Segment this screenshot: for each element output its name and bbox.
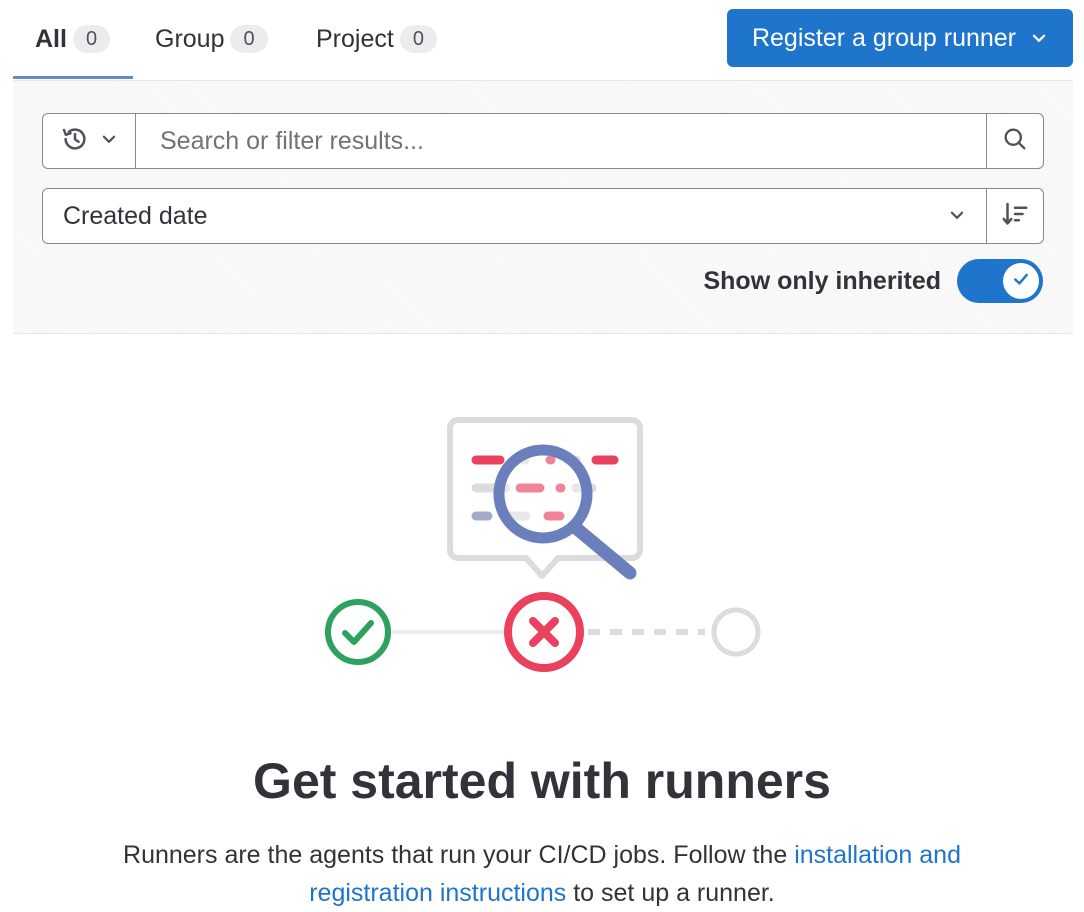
sort-control: Created date [42,188,1044,244]
tab-group-label: Group [155,24,225,53]
success-status-icon [325,599,391,665]
sort-by-dropdown[interactable]: Created date [43,189,986,243]
register-group-runner-label: Register a group runner [751,23,1017,52]
sort-direction-button[interactable] [986,189,1043,243]
tab-group-count-badge: 0 [230,25,268,53]
search-button[interactable] [986,114,1043,168]
tab-project-count-badge: 0 [399,25,437,53]
empty-state-illustration [325,417,761,672]
show-only-inherited-toggle[interactable] [957,259,1043,303]
search-input[interactable] [136,114,986,168]
empty-state-desc-before: Runners are the agents that run your CI/… [123,841,795,869]
register-group-runner-button[interactable]: Register a group runner [727,9,1073,67]
tab-all-count-badge: 0 [72,25,111,53]
chevron-down-icon [1030,29,1048,47]
sort-by-selected: Created date [63,201,208,230]
check-icon [1011,269,1031,294]
chevron-down-icon [948,202,966,231]
tab-group[interactable]: Group 0 [155,0,268,78]
show-only-inherited-label: Show only inherited [703,266,941,295]
tab-project-label: Project [316,24,394,53]
inherited-toggle-row: Show only inherited [703,259,1043,303]
tab-all-label: All [35,24,67,53]
tab-project[interactable]: Project 0 [316,0,437,78]
tab-all[interactable]: All 0 [35,0,111,78]
toggle-knob [1003,263,1039,299]
empty-state-title: Get started with runners [253,753,831,809]
active-tab-indicator [13,76,133,79]
history-icon [60,124,90,159]
recent-searches-dropdown[interactable] [43,114,136,168]
empty-state-desc-after: to set up a runner. [566,879,775,907]
failed-status-icon [504,592,584,672]
filtered-search-bar [42,113,1044,169]
sort-direction-icon [1000,199,1030,234]
search-icon [1001,125,1029,158]
pending-status-icon [711,607,761,657]
empty-state-description: Runners are the agents that run your CI/… [100,836,984,912]
chevron-down-icon [100,130,118,153]
filter-panel: Created date Show only inherited [13,80,1073,334]
